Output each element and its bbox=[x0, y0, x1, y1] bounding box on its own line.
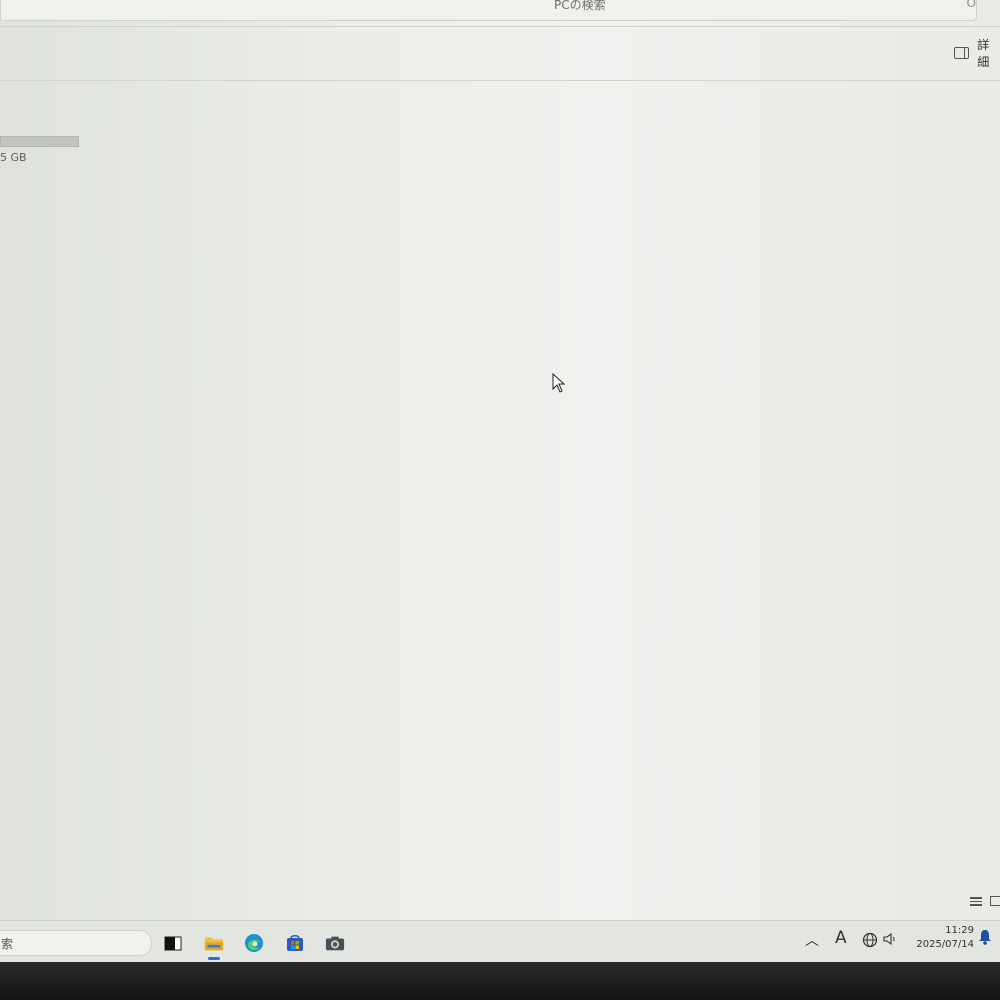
details-pane-icon bbox=[954, 47, 970, 59]
command-bar bbox=[0, 28, 1000, 81]
drive-usage-fill bbox=[1, 137, 78, 146]
details-label: 詳細 bbox=[977, 38, 990, 69]
edge-icon[interactable] bbox=[244, 933, 264, 953]
taskbar-search-text: 索 bbox=[1, 937, 14, 951]
drive-size-text: 5 GB bbox=[0, 151, 27, 164]
volume-icon[interactable] bbox=[883, 932, 897, 950]
network-globe-icon[interactable] bbox=[862, 932, 878, 952]
clock-date: 2025/07/14 bbox=[916, 939, 974, 950]
taskbar-clock[interactable]: 11:29 2025/07/14 bbox=[912, 924, 974, 952]
store-icon[interactable] bbox=[285, 933, 305, 953]
ime-indicator[interactable]: A bbox=[835, 928, 847, 948]
monitor-bezel bbox=[0, 962, 1000, 1000]
tiles-view-icon[interactable] bbox=[990, 896, 1000, 906]
taskbar: 索 ︿ A 11:29 2025/07/14 bbox=[0, 920, 1000, 963]
active-app-indicator bbox=[208, 957, 220, 960]
search-input[interactable]: PCの検索 O bbox=[0, 0, 977, 21]
explorer-window: PCの検索 O 詳細 5 GB bbox=[0, 0, 1000, 962]
task-view-icon[interactable] bbox=[163, 933, 183, 953]
file-explorer-icon[interactable] bbox=[204, 933, 224, 953]
details-view-icon[interactable] bbox=[970, 897, 982, 907]
search-placeholder: PCの検索 bbox=[554, 0, 606, 12]
drive-usage-bar bbox=[0, 136, 79, 147]
camera-icon[interactable] bbox=[325, 933, 345, 953]
tray-overflow-chevron-icon[interactable]: ︿ bbox=[805, 930, 819, 950]
details-pane-button[interactable]: 詳細 bbox=[954, 38, 1000, 69]
taskbar-search-box[interactable]: 索 bbox=[0, 930, 152, 956]
window-control-edge: O bbox=[966, 0, 976, 10]
clock-time: 11:29 bbox=[945, 925, 974, 936]
title-bar: PCの検索 O bbox=[0, 0, 1000, 27]
notification-bell-icon[interactable] bbox=[978, 929, 992, 949]
mouse-pointer-icon bbox=[552, 373, 566, 393]
